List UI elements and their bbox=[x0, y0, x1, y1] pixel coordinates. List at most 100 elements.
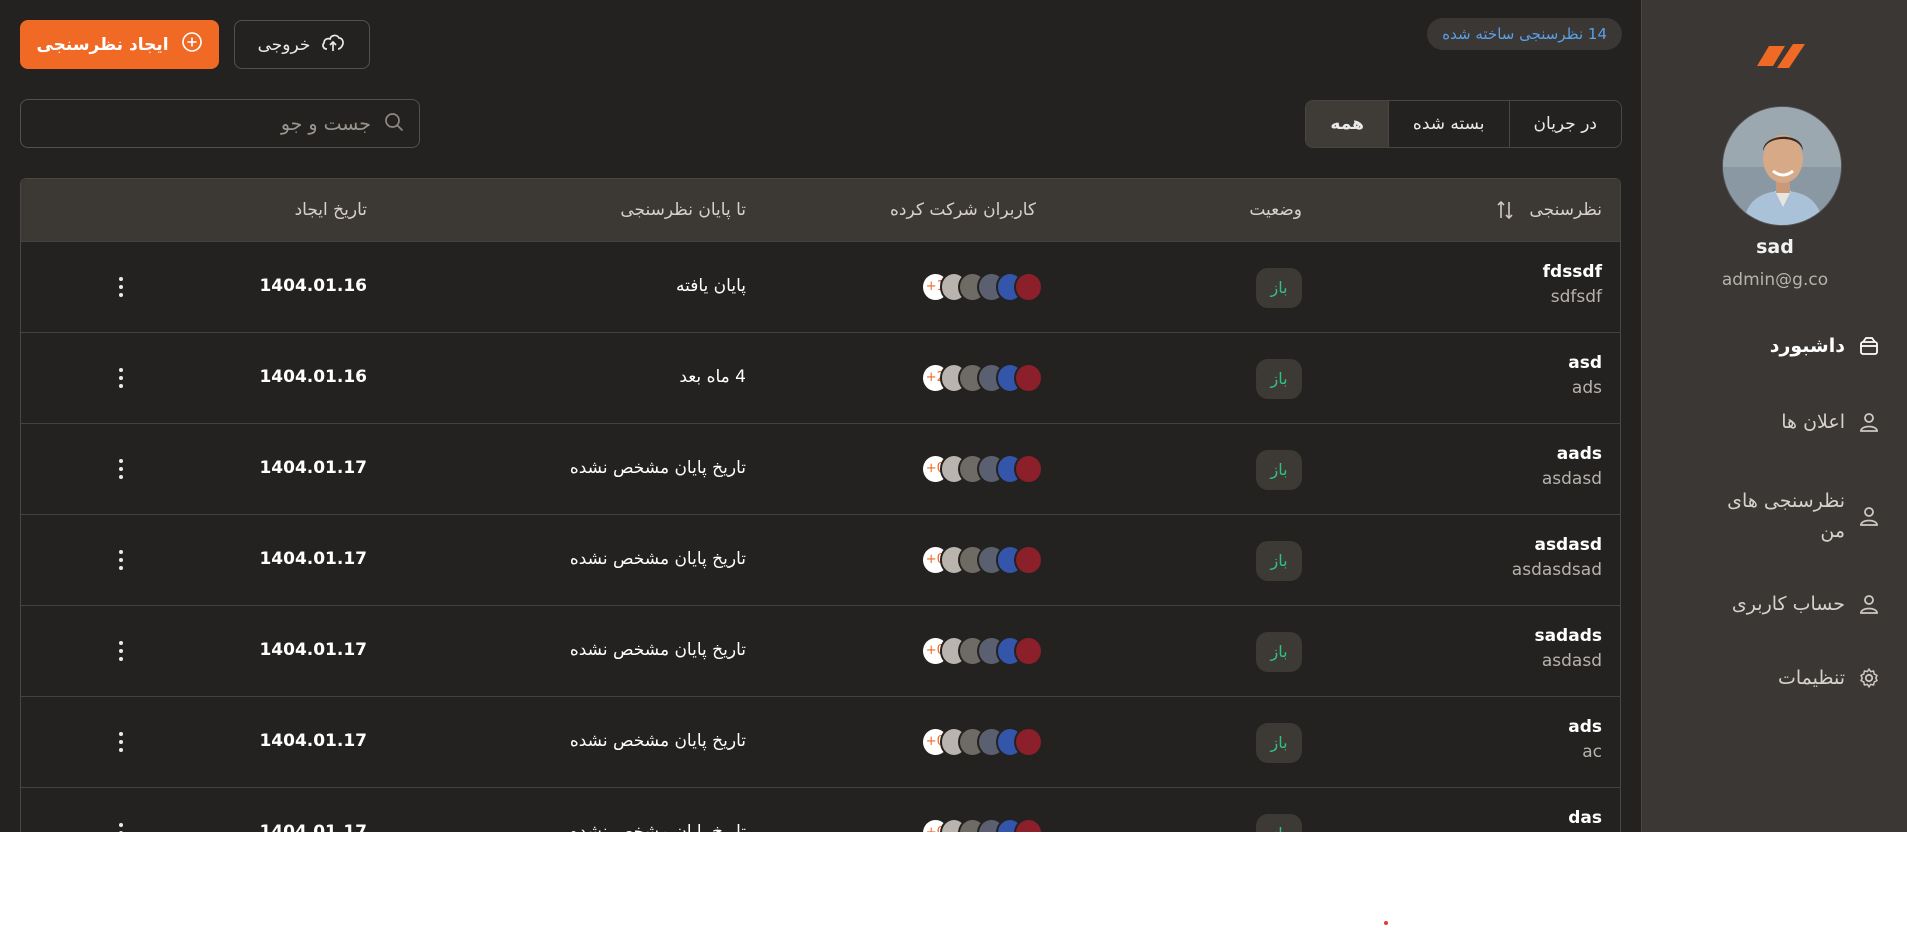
time-remaining: تاریخ پایان مشخص نشده bbox=[569, 458, 746, 478]
gear-icon bbox=[1857, 666, 1881, 690]
nav-item-dashboard[interactable]: داشبورد bbox=[1770, 334, 1881, 358]
status-badge: باز bbox=[1256, 541, 1302, 581]
cloud-upload-icon bbox=[320, 31, 346, 58]
nav-label-notifications: اعلان ها bbox=[1781, 411, 1845, 433]
participant-avatar bbox=[1014, 636, 1043, 666]
participants-avatars: +0 bbox=[920, 454, 1043, 484]
table-row[interactable]: aads asdasd باز +0 تاریخ پایان مشخص نشده… bbox=[21, 423, 1620, 514]
plus-circle-icon bbox=[181, 31, 203, 58]
poll-description: asdasdsad bbox=[1511, 560, 1602, 580]
tab-in-progress[interactable]: در جریان bbox=[1508, 101, 1621, 147]
status-badge: باز bbox=[1256, 723, 1302, 763]
red-dot-marker bbox=[1384, 921, 1388, 925]
nav-label-my-polls: نظرسنجی های من bbox=[1727, 490, 1845, 542]
poll-title[interactable]: das bbox=[1568, 808, 1602, 828]
brand-logo[interactable] bbox=[1755, 36, 1807, 76]
user-icon bbox=[1857, 410, 1881, 434]
poll-title[interactable]: fdssdf bbox=[1543, 262, 1602, 282]
nav-label-settings: تنظیمات bbox=[1777, 667, 1845, 689]
header-participants: کاربران شرکت کرده bbox=[890, 200, 1036, 220]
created-date: 1404.01.16 bbox=[259, 367, 367, 387]
table-row[interactable]: sadads asdasd باز +0 تاریخ پایان مشخص نش… bbox=[21, 605, 1620, 696]
participants-avatars: +0 bbox=[920, 545, 1043, 575]
more-options-icon[interactable] bbox=[109, 272, 133, 302]
nav-item-notifications[interactable]: اعلان ها bbox=[1781, 410, 1881, 434]
table-row[interactable]: fdssdf sdfsdf باز +1 پایان یافته 1404.01… bbox=[21, 241, 1620, 332]
sidebar: sad admin@g.co داشبورد اعلان ها نظرسنجی … bbox=[1641, 0, 1907, 832]
created-date: 1404.01.17 bbox=[259, 640, 367, 660]
poll-description: ac bbox=[1582, 742, 1602, 762]
participants-avatars: +1 bbox=[920, 272, 1043, 302]
nav-label-dashboard: داشبورد bbox=[1769, 335, 1845, 357]
time-remaining: تاریخ پایان مشخص نشده bbox=[569, 549, 746, 569]
status-badge: باز bbox=[1256, 814, 1302, 832]
header-created: تاریخ ایجاد bbox=[294, 200, 367, 220]
status-badge: باز bbox=[1256, 632, 1302, 672]
poll-description: asdasd bbox=[1541, 651, 1602, 671]
poll-title[interactable]: sadads bbox=[1534, 626, 1602, 646]
app-window: sad admin@g.co داشبورد اعلان ها نظرسنجی … bbox=[0, 0, 1907, 832]
blank-area bbox=[0, 832, 1907, 928]
created-date: 1404.01.17 bbox=[259, 458, 367, 478]
participant-avatar bbox=[1014, 363, 1043, 393]
participant-avatar bbox=[1014, 454, 1043, 484]
created-date: 1404.01.17 bbox=[259, 549, 367, 569]
time-remaining: پایان یافته bbox=[676, 276, 746, 296]
nav-item-account[interactable]: حساب کاربری bbox=[1732, 592, 1881, 616]
table-row[interactable]: ads ac باز +0 تاریخ پایان مشخص نشده 1404… bbox=[21, 696, 1620, 787]
box-icon bbox=[1857, 334, 1881, 358]
table-row[interactable]: das باز +0 تاریخ پایان مشخص نشده 1404.01… bbox=[21, 787, 1620, 832]
user-email: admin@g.co bbox=[1721, 270, 1829, 290]
user-icon bbox=[1857, 592, 1881, 616]
participants-avatars: +0 bbox=[920, 727, 1043, 757]
poll-title[interactable]: asdasd bbox=[1534, 535, 1602, 555]
created-date: 1404.01.16 bbox=[259, 276, 367, 296]
header-poll-label: نظرسنجی bbox=[1529, 200, 1602, 220]
created-date: 1404.01.17 bbox=[259, 731, 367, 751]
time-remaining: 4 ماه بعد bbox=[679, 367, 746, 387]
more-options-icon[interactable] bbox=[109, 818, 133, 832]
header-poll[interactable]: نظرسنجی bbox=[1529, 179, 1602, 241]
more-options-icon[interactable] bbox=[109, 636, 133, 666]
table-body: fdssdf sdfsdf باز +1 پایان یافته 1404.01… bbox=[21, 241, 1620, 832]
participants-avatars: +2 bbox=[920, 363, 1043, 393]
participant-avatar bbox=[1014, 818, 1043, 832]
more-options-icon[interactable] bbox=[109, 363, 133, 393]
participant-avatar bbox=[1014, 545, 1043, 575]
time-remaining: تاریخ پایان مشخص نشده bbox=[569, 822, 746, 832]
export-label: خروجی bbox=[257, 34, 311, 55]
nav-label-account: حساب کاربری bbox=[1731, 593, 1845, 615]
time-remaining: تاریخ پایان مشخص نشده bbox=[569, 640, 746, 660]
status-filter-tabs: در جریان بسته شده همه bbox=[1305, 100, 1622, 148]
sort-icon[interactable] bbox=[1496, 199, 1514, 225]
participant-avatar bbox=[1014, 272, 1043, 302]
nav-item-my-polls[interactable]: نظرسنجی های من bbox=[1725, 486, 1881, 546]
time-remaining: تاریخ پایان مشخص نشده bbox=[569, 731, 746, 751]
polls-count-badge: 14 نظرسنجی ساخته شده bbox=[1427, 18, 1622, 50]
more-options-icon[interactable] bbox=[109, 545, 133, 575]
search-input[interactable] bbox=[51, 112, 371, 135]
header-ends: تا پایان نظرسنجی bbox=[620, 200, 746, 220]
participant-avatar bbox=[1014, 727, 1043, 757]
create-poll-button[interactable]: ایجاد نظرسنجی bbox=[20, 20, 219, 69]
status-badge: باز bbox=[1256, 268, 1302, 308]
table-header: نظرسنجی وضعیت کاربران شرکت کرده تا پایان… bbox=[21, 179, 1620, 241]
tab-closed[interactable]: بسته شده bbox=[1387, 101, 1509, 147]
more-options-icon[interactable] bbox=[109, 454, 133, 484]
tab-all[interactable]: همه bbox=[1306, 101, 1388, 147]
search-box bbox=[20, 99, 420, 148]
participants-avatars: +0 bbox=[920, 636, 1043, 666]
more-options-icon[interactable] bbox=[109, 727, 133, 757]
table-row[interactable]: asdasd asdasdsad باز +0 تاریخ پایان مشخص… bbox=[21, 514, 1620, 605]
table-row[interactable]: asd ads باز +2 4 ماه بعد 1404.01.16 bbox=[21, 332, 1620, 423]
export-button[interactable]: خروجی bbox=[234, 20, 370, 69]
user-name: sad bbox=[1756, 236, 1794, 258]
participants-avatars: +0 bbox=[920, 818, 1043, 832]
polls-table: نظرسنجی وضعیت کاربران شرکت کرده تا پایان… bbox=[20, 178, 1621, 832]
poll-title[interactable]: asd bbox=[1568, 353, 1602, 373]
nav-item-settings[interactable]: تنظیمات bbox=[1778, 666, 1881, 690]
poll-title[interactable]: ads bbox=[1568, 717, 1602, 737]
avatar[interactable] bbox=[1722, 106, 1842, 226]
poll-title[interactable]: aads bbox=[1557, 444, 1602, 464]
header-status: وضعیت bbox=[1249, 200, 1302, 220]
